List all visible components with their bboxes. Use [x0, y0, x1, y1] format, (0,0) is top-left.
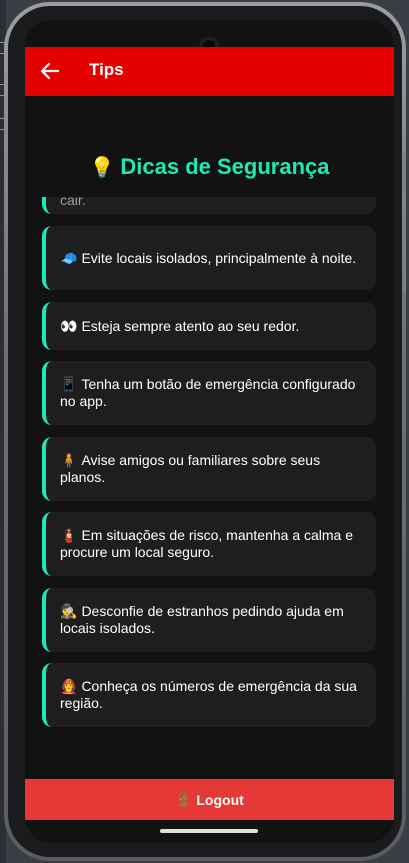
tip-card: 👩‍🚒 Conheça os números de emergência da s… — [42, 663, 376, 727]
tip-card: 👀 Esteja sempre atento ao seu redor. — [42, 302, 376, 350]
door-icon: 🚪 — [175, 791, 192, 807]
tip-text: Esteja sempre atento ao seu redor. — [81, 317, 300, 334]
tip-card: 🧯 Em situações de risco, mantenha a calma… — [42, 512, 376, 576]
tip-text: Avise amigos ou familiares sobre seus pl… — [60, 452, 321, 485]
detective-icon: 🕵 — [60, 603, 78, 619]
tip-card: 🧢 Evite locais isolados, principalmente à… — [42, 226, 376, 290]
fire-extinguisher-icon: 🧯 — [60, 527, 78, 543]
tip-card: 🕵 Desconfie de estranhos pedindo ajuda em… — [42, 588, 376, 652]
home-indicator[interactable] — [160, 829, 258, 833]
cap-icon: 🧢 — [60, 249, 78, 266]
logout-label: Logout — [196, 791, 244, 808]
firefighter-icon: 👩‍🚒 — [60, 678, 78, 694]
app-bar: Tips — [25, 47, 394, 96]
logout-button[interactable]: 🚪 Logout — [25, 779, 394, 820]
tip-text: Em situações de risco, mantenha a calma … — [60, 527, 354, 560]
phone-screen: Tips 💡 Dicas de Segurança cair. 🧢 Evite lo… — [25, 20, 394, 843]
section-heading: 💡 Dicas de Segurança — [25, 152, 394, 183]
volume-button — [403, 152, 406, 192]
tip-text: Conheça os números de emergência da sua … — [60, 678, 357, 711]
page-title: Tips — [89, 60, 124, 79]
phone-icon: 📱 — [60, 376, 78, 392]
person-standing-icon: 🧍 — [60, 452, 78, 468]
tip-text: Tenha um botão de emergência configurado… — [60, 376, 356, 409]
tip-text: Evite locais isolados, principalmente à … — [81, 249, 357, 266]
tip-card: cair. — [42, 197, 376, 214]
section-heading-text: Dicas de Segurança — [120, 154, 330, 179]
tip-text: cair. — [60, 197, 86, 208]
tip-card: 🧍 Avise amigos ou familiares sobre seus p… — [42, 437, 376, 501]
lightbulb-icon: 💡 — [89, 157, 115, 179]
tip-card: 📱 Tenha um botão de emergência configurad… — [42, 361, 376, 425]
eyes-icon: 👀 — [60, 317, 78, 334]
tip-text: Desconfie de estranhos pedindo ajuda em … — [60, 603, 344, 636]
power-button — [403, 222, 406, 292]
back-arrow-icon[interactable] — [40, 60, 60, 82]
tips-content[interactable]: 💡 Dicas de Segurança cair. 🧢 Evite locais … — [25, 96, 394, 779]
tips-list[interactable]: cair. 🧢 Evite locais isolados, principalm… — [25, 197, 394, 779]
